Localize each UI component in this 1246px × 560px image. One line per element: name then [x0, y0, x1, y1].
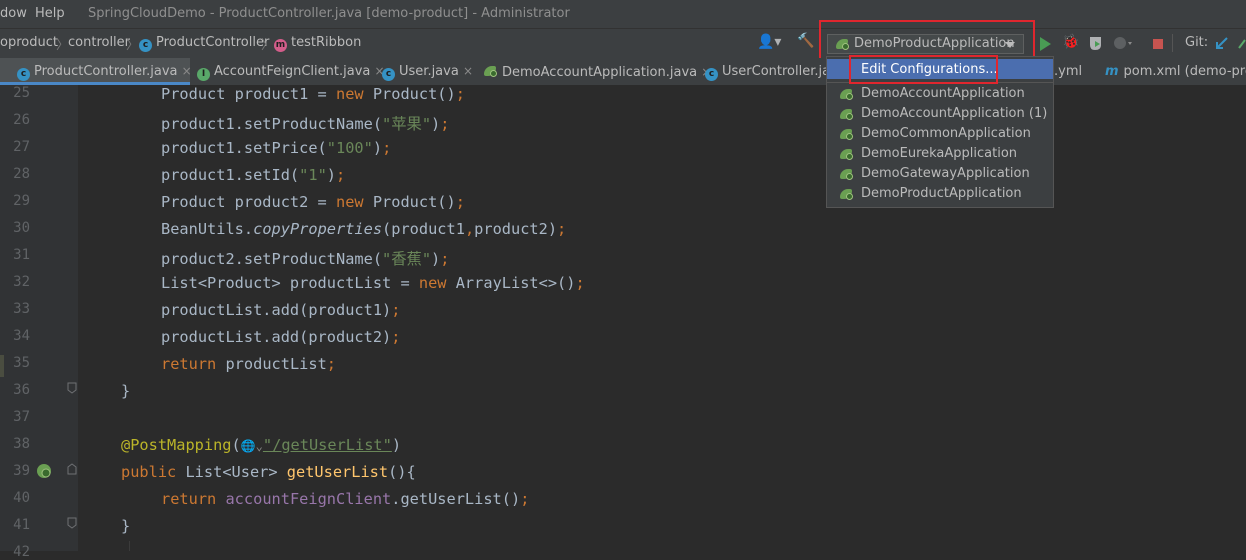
code-line-35: return productList;	[161, 355, 336, 373]
line-number: 35	[13, 355, 30, 371]
spring-boot-icon	[840, 107, 854, 121]
config-item-demoproductapplication[interactable]: DemoProductApplication	[827, 184, 1053, 204]
tab-productcontroller[interactable]: c ProductController.java ×	[0, 58, 192, 85]
class-icon: c	[382, 68, 395, 81]
run-icon[interactable]	[1039, 37, 1051, 51]
git-commit-icon[interactable]	[1237, 37, 1246, 51]
build-hammer-icon[interactable]: 🔨	[797, 33, 814, 49]
menu-window[interactable]: dow	[0, 6, 27, 21]
line-number: 26	[13, 112, 30, 128]
config-item-demoeurekaapplication[interactable]: DemoEurekaApplication	[827, 144, 1053, 164]
code-line-41: }	[121, 517, 131, 535]
indent-guide	[129, 541, 130, 551]
menu-bar: dow Help SpringCloudDemo - ProductContro…	[0, 0, 1246, 28]
line-number: 41	[13, 517, 30, 533]
code-line-27: product1.setPrice("100");	[161, 139, 392, 157]
fold-icon[interactable]	[67, 382, 77, 394]
line-number: 37	[13, 409, 30, 425]
line-number: 34	[13, 328, 30, 344]
tab-pom[interactable]: mpom.xml (demo-prod	[1101, 58, 1246, 85]
stop-icon[interactable]	[1153, 39, 1165, 51]
line-number: 40	[13, 490, 30, 506]
line-number: 33	[13, 301, 30, 317]
tab-user[interactable]: c User.java ×	[373, 58, 478, 85]
code-line-30: BeanUtils.copyProperties(product1,produc…	[161, 220, 567, 238]
editor-tab-bar: c ProductController.java × I AccountFeignC…	[0, 58, 1246, 86]
code-line-31: product2.setProductName("香蕉");	[161, 250, 450, 268]
line-number: 27	[13, 139, 30, 155]
code-line-28: product1.setId("1");	[161, 166, 346, 184]
debug-icon[interactable]: 🐞	[1062, 34, 1079, 50]
code-line-39: public List<User> getUserList(){	[121, 463, 416, 481]
line-number: 38	[13, 436, 30, 452]
line-number: 29	[13, 193, 30, 209]
change-marker	[0, 355, 4, 377]
interface-icon: I	[197, 68, 210, 81]
tab-usercontroller[interactable]: cUserController.jav	[698, 58, 826, 85]
toolbar-divider	[1172, 34, 1173, 52]
line-number: 39	[13, 463, 30, 479]
code-line-36: }	[121, 382, 131, 400]
close-icon[interactable]: ×	[463, 64, 473, 78]
spring-endpoint-icon[interactable]	[36, 463, 52, 479]
code-line-32: List<Product> productList = new ArrayLis…	[161, 274, 585, 292]
line-number: 36	[13, 382, 30, 398]
fold-icon[interactable]	[67, 517, 77, 529]
code-editor[interactable]: Product product1 = new Product(); produc…	[78, 85, 1246, 551]
code-line-29: Product product2 = new Product();	[161, 193, 465, 211]
line-number: 42	[13, 544, 30, 560]
spring-boot-icon	[840, 147, 854, 161]
line-number: 31	[13, 247, 30, 263]
spring-boot-icon	[840, 87, 854, 101]
menu-help[interactable]: Help	[35, 6, 65, 21]
breadcrumb-separator: 〉	[261, 38, 275, 53]
profiler-icon[interactable]	[1113, 36, 1133, 51]
fold-icon[interactable]	[67, 463, 77, 475]
breadcrumb-module[interactable]: oproduct	[0, 35, 58, 50]
spring-boot-icon	[840, 187, 854, 201]
code-line-34: productList.add(product2);	[161, 328, 401, 346]
line-number: 28	[13, 166, 30, 182]
globe-icon[interactable]: 🌐⌄	[241, 439, 263, 453]
code-line-26: product1.setProductName("苹果");	[161, 115, 450, 133]
config-item-demoaccountapplication[interactable]: DemoAccountApplication	[827, 84, 1053, 104]
line-number: 30	[13, 220, 30, 236]
user-icon[interactable]: 👤▾	[757, 34, 781, 50]
tab-accountfeignclient[interactable]: I AccountFeignClient.java ×	[190, 58, 385, 85]
tab-yml[interactable]: .yml	[1054, 58, 1098, 85]
config-item-democommonapplication[interactable]: DemoCommonApplication	[827, 124, 1053, 144]
class-icon: c	[139, 39, 152, 52]
git-update-icon[interactable]	[1215, 37, 1229, 51]
maven-icon: m	[1105, 64, 1119, 79]
spring-boot-icon	[484, 64, 498, 78]
config-item-demogatewayapplication[interactable]: DemoGatewayApplication	[827, 164, 1053, 184]
window-title: SpringCloudDemo - ProductController.java…	[88, 6, 570, 21]
line-number: 32	[13, 274, 30, 290]
highlight-box-edit-configurations	[849, 55, 998, 84]
code-line-25: Product product1 = new Product();	[161, 85, 465, 103]
tab-demoaccountapplication[interactable]: DemoAccountApplication.java ×	[478, 58, 711, 85]
breadcrumb-class[interactable]: c ProductController	[139, 35, 269, 52]
spring-boot-icon	[840, 167, 854, 181]
git-label: Git:	[1185, 35, 1209, 50]
navigation-bar: oproduct 〉 controller 〉 c ProductControll…	[0, 28, 1246, 59]
line-number: 25	[13, 85, 30, 101]
code-line-38: @PostMapping(🌐⌄"/getUserList")	[121, 436, 402, 454]
class-icon: c	[17, 68, 30, 81]
breadcrumb-method[interactable]: m testRibbon	[274, 35, 361, 52]
spring-boot-icon	[840, 127, 854, 141]
class-icon: c	[705, 68, 718, 81]
editor-gutter: 25 26 27 28 29 30 31 32 33 34 35 36 37 3…	[0, 85, 78, 560]
breadcrumb-package[interactable]: controller	[68, 35, 130, 50]
method-icon: m	[274, 39, 287, 52]
code-line-33: productList.add(product1);	[161, 301, 401, 319]
config-item-demoaccountapplication-1[interactable]: DemoAccountApplication (1)	[827, 104, 1053, 124]
coverage-icon[interactable]	[1089, 36, 1103, 51]
code-line-40: return accountFeignClient.getUserList();	[161, 490, 530, 508]
breadcrumb-separator: 〉	[126, 38, 140, 53]
